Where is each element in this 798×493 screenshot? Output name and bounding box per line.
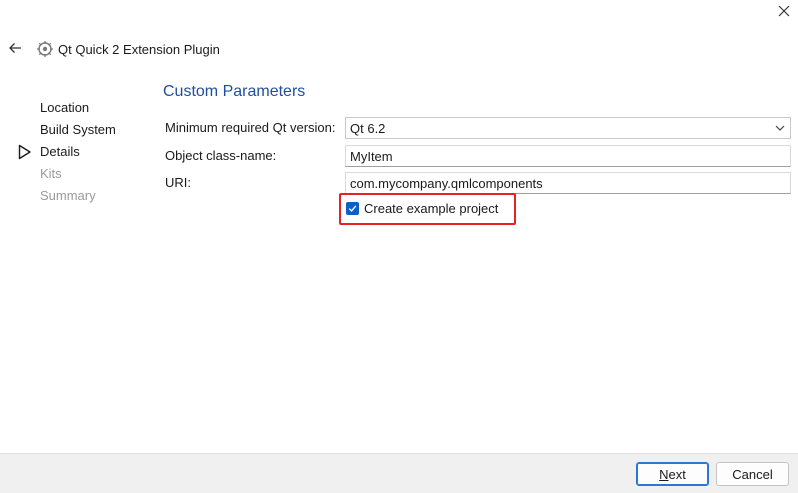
wizard-title: Qt Quick 2 Extension Plugin: [58, 42, 220, 57]
step-summary: Summary: [40, 188, 96, 203]
step-build-system: Build System: [40, 122, 116, 137]
arrow-left-icon: [9, 43, 21, 53]
next-mnemonic: N: [659, 466, 669, 482]
wizard-icon: [37, 41, 53, 57]
qt-version-label: Minimum required Qt version:: [165, 120, 336, 135]
section-title: Custom Parameters: [163, 83, 306, 100]
back-button[interactable]: [4, 38, 26, 58]
qt-version-value: Qt 6.2: [350, 120, 386, 136]
create-example-checkbox[interactable]: Create example project: [346, 200, 498, 216]
uri-label: URI:: [165, 175, 191, 190]
next-button[interactable]: Next: [636, 462, 709, 486]
qt-version-select[interactable]: Qt 6.2: [345, 117, 791, 139]
wizard-steps: Location Build System Details Kits Summa…: [40, 99, 116, 209]
uri-input[interactable]: [345, 172, 791, 194]
next-label-rest: ext: [668, 466, 686, 482]
class-name-label: Object class-name:: [165, 148, 277, 163]
close-button[interactable]: [770, 0, 798, 22]
cancel-button[interactable]: Cancel: [716, 462, 789, 486]
create-example-label: Create example project: [364, 200, 499, 216]
close-icon: [778, 5, 790, 17]
step-details: Details: [40, 144, 80, 159]
checkbox-checked-icon[interactable]: [346, 201, 359, 215]
step-location: Location: [40, 100, 90, 115]
chevron-down-icon: [775, 125, 785, 131]
current-step-marker-icon: [18, 144, 31, 160]
class-name-input[interactable]: [345, 145, 791, 167]
step-kits: Kits: [40, 166, 62, 181]
